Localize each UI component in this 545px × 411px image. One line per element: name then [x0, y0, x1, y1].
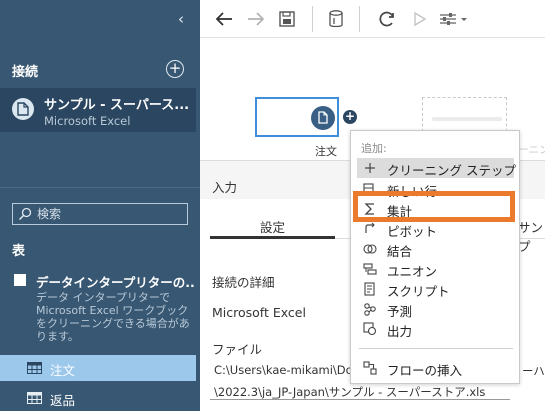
add-step-menu: 追加: クリーニング ステップ 新しい行 集計 ピボット 結合 ユニオン スクリ… [350, 130, 520, 384]
menu-item-label: 結合 [387, 244, 413, 259]
file-path-line2: \2022.3\ja_JP-Japan\サンプル - スーパーストア.xls [214, 385, 486, 399]
sidebar-divider [0, 187, 200, 188]
predict-icon [364, 303, 376, 316]
tab-settings[interactable]: 設定 [260, 217, 285, 236]
plus-icon [365, 163, 375, 173]
output-icon [363, 322, 377, 336]
toolbar [200, 0, 545, 38]
table-search[interactable] [12, 203, 188, 225]
run-icon[interactable] [410, 9, 430, 29]
sidebar: ‹ 接続 + サンプル - スーパース... Microsoft Excel 表… [0, 0, 200, 411]
ghost-step-label: ーニン [518, 144, 545, 156]
menu-item-label: ユニオン [387, 264, 438, 279]
menu-item-label: クリーニング ステップ [387, 163, 516, 178]
connection-name: サンプル - スーパース... [44, 98, 190, 113]
file-path-line1: C:\Users\kae-mikami\Do [214, 363, 353, 377]
save-icon[interactable] [277, 9, 297, 29]
add-step-button[interactable]: + [343, 110, 357, 124]
connection-item[interactable]: サンプル - スーパース... Microsoft Excel [0, 88, 196, 132]
menu-item-label: ピボット [387, 224, 438, 239]
menu-item-union[interactable]: ユニオン [351, 259, 519, 279]
menu-item-join[interactable]: 結合 [351, 239, 519, 259]
document-icon [12, 98, 34, 120]
forward-icon[interactable] [246, 9, 266, 29]
file-path-line1-tail: ーハラ [522, 364, 545, 378]
table-item-label: 注文 [50, 363, 76, 378]
table-icon [27, 362, 42, 374]
tab-active-indicator [210, 236, 335, 239]
menu-item-label: 予測 [387, 304, 413, 319]
menu-item-label: 出力 [387, 324, 413, 339]
script-icon [364, 282, 375, 296]
table-icon [27, 392, 42, 404]
menu-item-script[interactable]: スクリプト [351, 279, 519, 299]
chevron-left-icon[interactable]: ‹ [172, 10, 190, 28]
connection-type: Microsoft Excel [44, 114, 131, 128]
menu-item-cleaning-step[interactable]: クリーニング ステップ [357, 158, 516, 178]
insert-flow-icon [363, 361, 377, 375]
menu-separator [359, 348, 513, 349]
menu-item-output[interactable]: 出力 [351, 319, 519, 339]
toolbar-separator [312, 6, 313, 32]
data-interpreter-label[interactable]: データインタープリターの... [36, 272, 194, 291]
tab-sample[interactable]: サンプ [518, 217, 545, 255]
panel-title: 入力 [212, 180, 238, 195]
data-interpreter-checkbox[interactable] [14, 274, 26, 286]
data-interpreter-description: データ インタープリターで Microsoft Excel ワークブック をクリ… [36, 291, 190, 343]
toolbar-separator [359, 6, 360, 32]
search-input[interactable] [37, 206, 182, 222]
table-item-orders[interactable]: 注文 [0, 355, 196, 381]
file-path-underline [210, 399, 510, 400]
menu-item-predict[interactable]: 予測 [351, 299, 519, 319]
menu-item-label: スクリプト [387, 284, 450, 299]
back-icon[interactable] [214, 9, 234, 29]
add-connection-button[interactable]: + [166, 60, 184, 78]
ghost-step-line [432, 117, 502, 121]
app-window: ‹ 接続 + サンプル - スーパース... Microsoft Excel 表… [0, 0, 545, 411]
menu-header: 追加: [361, 142, 387, 155]
highlight-frame [353, 191, 515, 222]
flow-options-icon[interactable] [438, 9, 470, 29]
pivot-icon [365, 222, 375, 233]
menu-item-insert-flow[interactable]: フローの挿入 [351, 358, 519, 378]
document-icon [311, 106, 335, 130]
tables-title: 表 [12, 244, 26, 259]
table-item-returns[interactable]: 返品 [0, 385, 196, 411]
union-icon [363, 263, 377, 275]
file-label: ファイル [212, 342, 263, 357]
connections-title: 接続 [12, 65, 39, 80]
join-icon [363, 244, 377, 254]
refresh-icon[interactable] [377, 9, 397, 29]
connection-type-value: Microsoft Excel [212, 305, 306, 320]
table-item-label: 返品 [50, 393, 76, 408]
menu-item-label: フローの挿入 [387, 363, 463, 378]
data-icon[interactable] [326, 9, 346, 29]
connection-details-label: 接続の詳細 [212, 275, 275, 290]
menu-item-pivot[interactable]: ピボット [351, 219, 519, 239]
input-step-label: 注文 [315, 145, 337, 158]
search-icon [18, 207, 32, 221]
